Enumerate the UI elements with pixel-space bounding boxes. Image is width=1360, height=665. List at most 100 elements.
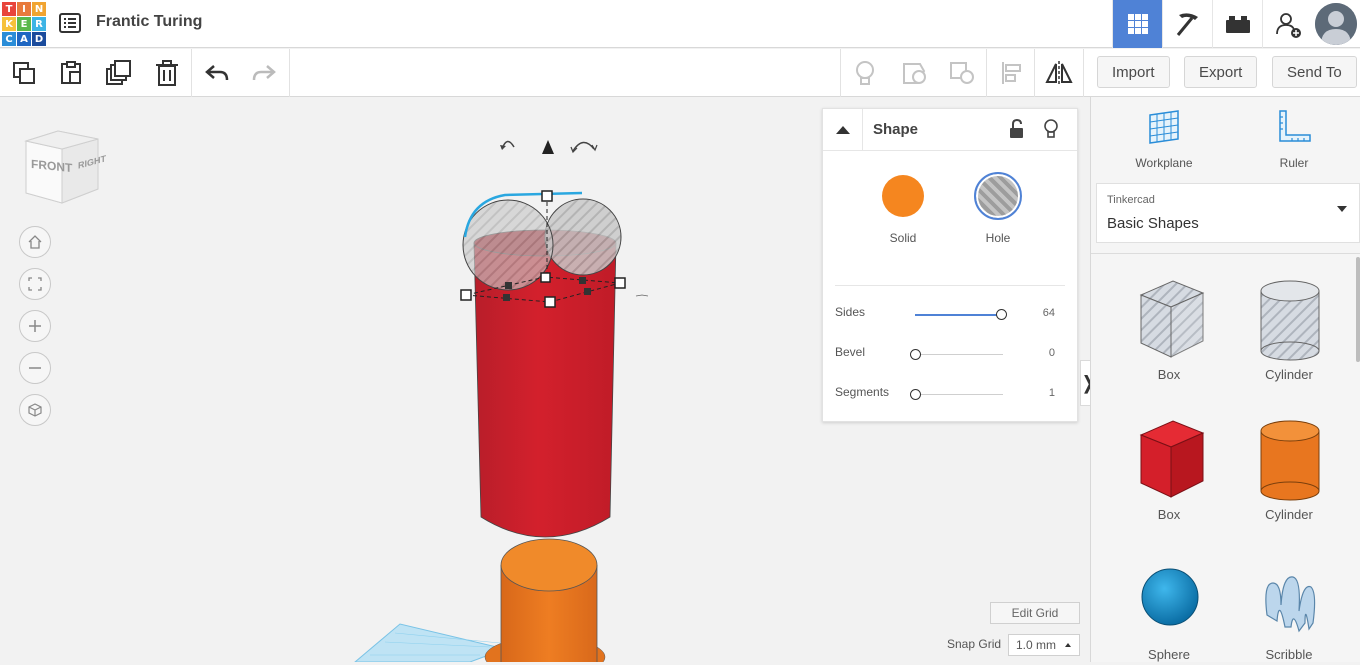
sides-fill	[915, 313, 1002, 316]
ungroup-icon[interactable]	[946, 57, 978, 89]
shape-label: Box	[1157, 367, 1181, 382]
ruler-tool[interactable]: Ruler	[1249, 109, 1339, 170]
group-icon[interactable]	[898, 57, 930, 89]
segments-value[interactable]: 1	[1049, 387, 1055, 399]
logo-letter: N	[32, 2, 46, 16]
import-button[interactable]: Import	[1097, 56, 1170, 88]
duplicate-icon[interactable]	[103, 57, 135, 89]
logo-letter: C	[2, 32, 16, 46]
logo-letter: R	[32, 17, 46, 31]
bricks-icon[interactable]	[1212, 0, 1262, 48]
paste-icon[interactable]	[55, 57, 87, 89]
sides-slider[interactable]	[915, 309, 1007, 320]
shape-sphere[interactable]: Sphere	[1119, 553, 1219, 665]
workplane-grid	[354, 623, 507, 662]
segments-label: Segments	[835, 385, 890, 399]
logo-letter: D	[32, 32, 46, 46]
redo-icon[interactable]	[248, 57, 280, 89]
inspector-header: Shape	[823, 109, 1077, 151]
box-hole-icon	[1139, 280, 1205, 358]
shape-inspector: Shape Solid Hole Sides 64 Bevel 0 Segmen…	[822, 108, 1078, 422]
shape-scribble[interactable]: Scribble	[1239, 553, 1339, 665]
lightbulb-icon[interactable]	[1043, 118, 1059, 145]
chevron-up-icon	[1065, 643, 1071, 647]
hole-option[interactable]: Hole	[968, 172, 1028, 245]
add-user-icon[interactable]	[1262, 0, 1312, 48]
chevron-up-icon	[835, 126, 850, 134]
snap-grid-select[interactable]: 1.0 mm	[1008, 634, 1080, 656]
top-bar: T I N K E R C A D Frantic Turing	[0, 0, 1360, 48]
chevron-down-icon	[1337, 206, 1347, 212]
bevel-param: Bevel 0	[835, 345, 1063, 365]
lightbulb-icon[interactable]	[849, 57, 881, 89]
bevel-label: Bevel	[835, 345, 866, 359]
shape-box[interactable]: Box	[1119, 413, 1219, 525]
bevel-knob[interactable]	[909, 349, 921, 360]
shape-label: Cylinder	[1265, 367, 1313, 382]
bevel-value[interactable]: 0	[1049, 347, 1055, 359]
ruler-label: Ruler	[1279, 156, 1309, 170]
logo-letter: K	[2, 17, 16, 31]
sides-param: Sides 64	[835, 305, 1063, 325]
logo-letter: T	[2, 2, 16, 16]
sides-label: Sides	[835, 305, 866, 319]
cursor-hint	[635, 294, 649, 297]
logo-letter: I	[17, 2, 31, 16]
solid-label: Solid	[889, 231, 917, 245]
sphere-icon	[1141, 568, 1199, 626]
shape-label: Scribble	[1265, 647, 1313, 662]
snap-grid-label: Snap Grid	[947, 637, 1002, 651]
rotate-handles[interactable]	[500, 140, 598, 154]
shape-library-select[interactable]: Tinkercad Basic Shapes	[1096, 183, 1360, 243]
grid-view-icon[interactable]	[1112, 0, 1162, 48]
shape-cylinder-hole[interactable]: Cylinder	[1239, 273, 1339, 385]
lock-icon[interactable]	[1009, 118, 1025, 144]
align-icon[interactable]	[996, 57, 1028, 89]
solid-option[interactable]: Solid	[873, 175, 933, 245]
copy-icon[interactable]	[8, 57, 40, 89]
segments-knob[interactable]	[909, 389, 921, 400]
segments-slider[interactable]	[909, 389, 1003, 400]
cylinder-icon	[1260, 420, 1320, 501]
library-brand: Tinkercad	[1107, 194, 1155, 206]
sidebar-scrollbar[interactable]	[1356, 257, 1360, 362]
bevel-slider[interactable]	[909, 349, 1003, 360]
hole-label: Hole	[985, 231, 1011, 245]
workplane-tool[interactable]: Workplane	[1119, 109, 1209, 170]
shapes-sidebar: Workplane Ruler Tinkercad Basic Shapes B…	[1090, 97, 1360, 662]
sides-knob[interactable]	[995, 309, 1007, 320]
delete-icon[interactable]	[151, 57, 183, 89]
view-switcher	[1112, 0, 1360, 48]
shape-box-hole[interactable]: Box	[1119, 273, 1219, 385]
snap-grid-value: 1.0 mm	[1016, 638, 1057, 652]
orange-cylinder[interactable]	[500, 538, 598, 662]
mirror-icon[interactable]	[1043, 57, 1075, 89]
shape-label: Cylinder	[1265, 507, 1313, 522]
hole-swatch[interactable]	[974, 172, 1022, 220]
logo-letter: A	[17, 32, 31, 46]
design-list-icon[interactable]	[58, 11, 82, 35]
ruler-icon	[1279, 110, 1311, 142]
collapse-inspector-button[interactable]	[823, 109, 863, 151]
sides-value[interactable]: 64	[1043, 307, 1055, 319]
library-name: Basic Shapes	[1107, 215, 1199, 232]
workplane-label: Workplane	[1135, 156, 1193, 170]
edit-grid-button[interactable]: Edit Grid	[990, 602, 1080, 624]
edit-toolbar: Import Export Send To	[0, 49, 1360, 97]
workplane-icon	[1149, 110, 1179, 144]
export-button[interactable]: Export	[1184, 56, 1258, 88]
solid-color-swatch[interactable]	[882, 175, 924, 217]
cylinder-hole-icon	[1260, 280, 1320, 361]
pickaxe-icon[interactable]	[1162, 0, 1212, 48]
tinkercad-logo[interactable]: T I N K E R C A D	[2, 2, 46, 46]
box-icon	[1139, 420, 1205, 498]
shape-cylinder[interactable]: Cylinder	[1239, 413, 1339, 525]
undo-icon[interactable]	[201, 57, 233, 89]
user-avatar[interactable]	[1315, 3, 1357, 45]
logo-letter: E	[17, 17, 31, 31]
segments-param: Segments 1	[835, 385, 1063, 405]
project-title[interactable]: Frantic Turing	[96, 13, 202, 31]
inspector-title: Shape	[873, 121, 919, 138]
shape-label: Sphere	[1148, 647, 1190, 662]
send-to-button[interactable]: Send To	[1272, 56, 1357, 88]
